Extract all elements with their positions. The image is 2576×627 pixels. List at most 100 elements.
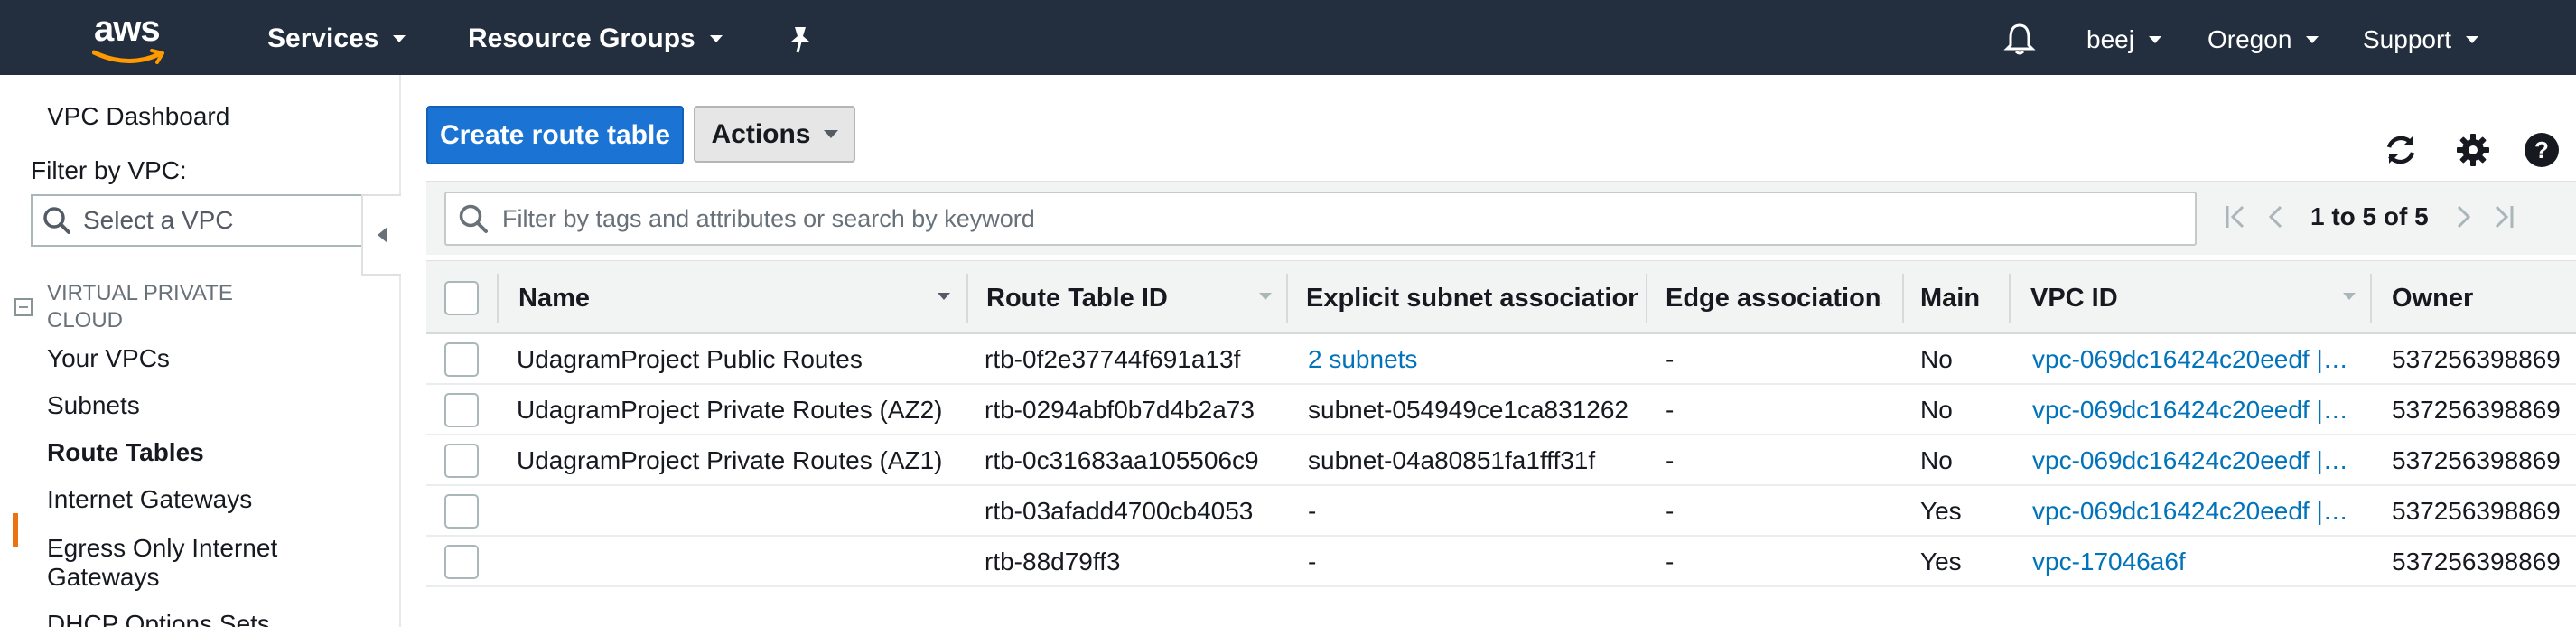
row-checkbox[interactable] [444, 342, 479, 377]
pin-icon[interactable] [788, 25, 813, 59]
cell-main: No [1920, 396, 1953, 424]
cell-main: Yes [1920, 547, 1962, 576]
table-row[interactable]: rtb-88d79ff3 - - Yes vpc-17046a6f 537256… [426, 537, 2576, 587]
cell-vpc-id[interactable]: vpc-17046a6f [2032, 537, 2354, 587]
sidebar-item-egress-only-internet-gateways[interactable]: Egress Only Internet Gateways [47, 534, 345, 592]
cell-name: UdagramProject Private Routes (AZ1) [517, 446, 943, 474]
resource-groups-label: Resource Groups [468, 23, 695, 53]
prev-page-icon[interactable] [2267, 203, 2285, 230]
cell-edge-associations: - [1666, 497, 1675, 525]
bell-icon[interactable] [2003, 22, 2036, 61]
services-menu[interactable]: Services [267, 23, 406, 54]
column-header-vpc-id[interactable]: VPC ID [2030, 261, 2301, 335]
collapse-sidebar-button[interactable] [361, 194, 401, 276]
column-divider [497, 274, 499, 323]
table-row[interactable]: UdagramProject Private Routes (AZ1) rtb-… [426, 435, 2576, 486]
svg-text:?: ? [2534, 136, 2549, 164]
cell-edge-associations: - [1666, 396, 1675, 424]
column-header-route-table-id[interactable]: Route Table ID [986, 261, 1257, 335]
region-label: Oregon [2207, 25, 2292, 53]
column-divider [966, 274, 968, 323]
cell-subnet-association: subnet-04a80851fa1fff31f [1308, 446, 1596, 474]
collapse-section-icon[interactable] [14, 298, 33, 316]
search-icon [459, 204, 488, 233]
gear-icon[interactable] [2453, 130, 2493, 170]
column-divider [2009, 274, 2011, 323]
cell-name: UdagramProject Private Routes (AZ2) [517, 396, 943, 424]
active-indicator [13, 513, 18, 547]
first-page-icon[interactable] [2224, 203, 2247, 230]
filter-placeholder: Filter by tags and attributes or search … [502, 204, 1035, 232]
cell-owner: 537256398869 [2392, 446, 2561, 474]
services-label: Services [267, 23, 379, 53]
sidebar-item-dhcp-options-sets[interactable]: DHCP Options Sets [47, 610, 270, 627]
column-header-main[interactable]: Main [1920, 261, 2011, 335]
cell-main: No [1920, 446, 1953, 474]
row-checkbox[interactable] [444, 494, 479, 529]
sort-icon[interactable] [938, 293, 950, 300]
chevron-down-icon [393, 35, 406, 42]
filter-search-input[interactable]: Filter by tags and attributes or search … [444, 192, 2197, 246]
support-menu[interactable]: Support [2363, 25, 2479, 54]
pagination: 1 to 5 of 5 [2224, 202, 2515, 231]
table-row[interactable]: UdagramProject Public Routes rtb-0f2e377… [426, 334, 2576, 385]
filter-bar: Filter by tags and attributes or search … [426, 181, 2576, 255]
sidebar-item-vpc-dashboard[interactable]: VPC Dashboard [47, 102, 229, 131]
resource-groups-menu[interactable]: Resource Groups [468, 23, 723, 54]
row-checkbox[interactable] [444, 393, 479, 427]
chevron-down-icon [2148, 36, 2161, 43]
cell-main: No [1920, 345, 1953, 373]
next-page-icon[interactable] [2454, 203, 2472, 230]
cell-vpc-id[interactable]: vpc-069dc16424c20eedf | Udagram Project [2032, 435, 2354, 486]
cell-vpc-id[interactable]: vpc-069dc16424c20eedf | Udagram Project [2032, 334, 2354, 385]
column-divider [1286, 274, 1288, 323]
region-menu[interactable]: Oregon [2207, 25, 2319, 54]
cell-owner: 537256398869 [2392, 497, 2561, 525]
cell-subnet-association: subnet-054949ce1ca831262 [1308, 396, 1629, 424]
sort-icon[interactable] [1259, 293, 1272, 300]
user-menu[interactable]: beej [2086, 25, 2161, 54]
actions-button[interactable]: Actions [694, 106, 855, 163]
aws-logo[interactable]: aws [87, 9, 177, 67]
chevron-left-icon [377, 227, 387, 243]
sidebar-item-internet-gateways[interactable]: Internet Gateways [47, 485, 252, 514]
aws-logo-text: aws [94, 9, 161, 49]
select-all-checkbox[interactable] [444, 281, 479, 315]
last-page-icon[interactable] [2492, 203, 2515, 230]
filter-by-vpc-label: Filter by VPC: [31, 156, 187, 184]
actions-label: Actions [711, 118, 811, 149]
cell-route-table-id: rtb-88d79ff3 [985, 547, 1121, 576]
refresh-icon[interactable] [2381, 130, 2421, 170]
chevron-down-icon [2306, 36, 2319, 43]
cell-vpc-id[interactable]: vpc-069dc16424c20eedf | Udagram Project [2032, 385, 2354, 435]
cell-edge-associations: - [1666, 446, 1675, 474]
cell-route-table-id: rtb-0294abf0b7d4b2a73 [985, 396, 1255, 424]
sort-icon[interactable] [2343, 293, 2356, 300]
cell-subnet-association: - [1308, 547, 1317, 576]
column-divider [1646, 274, 1647, 323]
row-checkbox[interactable] [444, 444, 479, 478]
column-header-name[interactable]: Name [518, 261, 907, 335]
cell-edge-associations: - [1666, 345, 1675, 373]
top-navigation: aws Services Resource Groups beej Oregon… [0, 0, 2576, 75]
sidebar-item-your-vpcs[interactable]: Your VPCs [47, 344, 170, 373]
sidebar-item-subnets[interactable]: Subnets [47, 391, 140, 420]
table-row[interactable]: UdagramProject Private Routes (AZ2) rtb-… [426, 385, 2576, 435]
table-row[interactable]: rtb-03afadd4700cb4053 - - Yes vpc-069dc1… [426, 486, 2576, 537]
create-route-table-button[interactable]: Create route table [426, 106, 684, 164]
chevron-down-icon [823, 130, 838, 138]
cell-vpc-id[interactable]: vpc-069dc16424c20eedf | Udagram Project [2032, 486, 2354, 537]
column-header-explicit-subnet-association[interactable]: Explicit subnet association [1306, 261, 1638, 335]
column-header-edge-associations[interactable]: Edge associations [1666, 261, 1882, 335]
column-header-owner[interactable]: Owner [2392, 261, 2572, 335]
cell-route-table-id: rtb-0f2e37744f691a13f [985, 345, 1241, 373]
help-icon[interactable]: ? [2522, 130, 2562, 170]
column-divider [1902, 274, 1904, 323]
vpc-select-input[interactable]: Select a VPC [31, 194, 361, 247]
cell-name [517, 537, 959, 587]
cell-owner: 537256398869 [2392, 396, 2561, 424]
sidebar-item-route-tables[interactable]: Route Tables [47, 438, 204, 467]
cell-owner: 537256398869 [2392, 547, 2561, 576]
cell-subnet-association[interactable]: 2 subnets [1308, 334, 1642, 385]
row-checkbox[interactable] [444, 545, 479, 579]
